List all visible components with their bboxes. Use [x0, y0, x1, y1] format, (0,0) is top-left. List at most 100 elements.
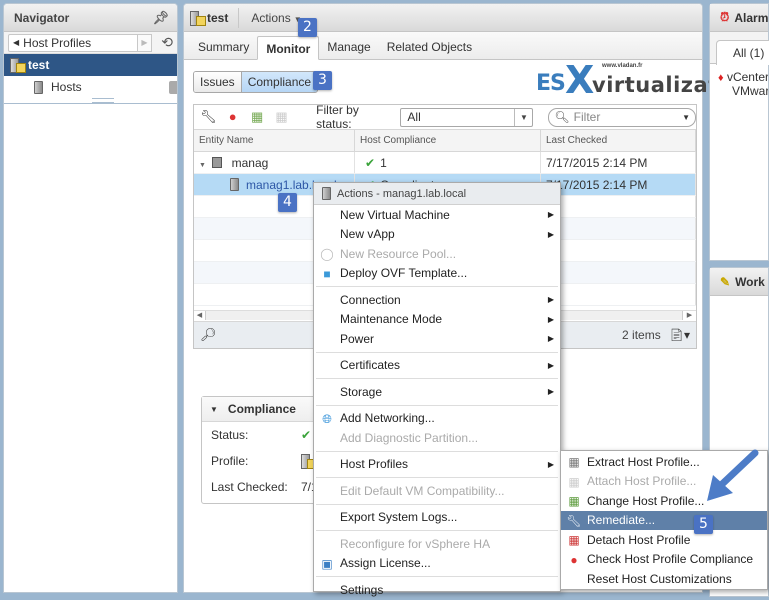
menu-item-reconfigure-for-vsphere-ha[interactable]: Reconfigure for vSphere HA [314, 534, 560, 554]
submenu-arrow-icon: ▶ [547, 387, 554, 397]
check-compliance-icon: ● [570, 552, 578, 567]
menu-item-label: Assign License... [340, 556, 431, 571]
menu-item-label: Maintenance Mode [340, 312, 443, 327]
remediate-icon[interactable]: 🔧︎ [200, 109, 217, 125]
menu-separator [316, 450, 558, 452]
step-badge-3: 3 [313, 71, 332, 90]
menu-separator [316, 477, 558, 478]
submenu-item-remediate[interactable]: 🔧︎ Remediate... [561, 510, 767, 530]
tab-summary[interactable]: Summary [190, 35, 257, 59]
subtab-issues[interactable]: Issues [194, 72, 241, 92]
status-filter-select[interactable]: All ▼ [400, 107, 534, 127]
menu-separator [316, 351, 558, 353]
remediate-icon: 🔧︎ [566, 513, 582, 528]
menu-separator [316, 576, 558, 577]
menu-item-label: Host Profiles [340, 457, 409, 472]
subtab-compliance[interactable]: Compliance [240, 72, 318, 92]
submenu-item-label: Attach Host Profile... [587, 474, 697, 489]
compliance-value: 1 [380, 156, 387, 170]
scroll-left-icon[interactable]: ◀ [194, 311, 206, 320]
column-entity-name[interactable]: Entity Name [194, 130, 355, 151]
menu-item-deploy-ovf-template[interactable]: ■ Deploy OVF Template... [314, 264, 560, 284]
object-title: test [190, 7, 240, 28]
tab-related-objects[interactable]: Related Objects [379, 35, 480, 59]
grid-toolbar: 🔧︎ ● ▦ ▦ Filter by status: All ▼ 🔍︎ Filt… [194, 103, 697, 131]
watermark-es: ES [536, 71, 566, 96]
host-profile-icon [190, 10, 206, 26]
find-icon[interactable]: 🔎︎ [200, 327, 217, 343]
scroll-right-icon[interactable]: ▶ [682, 311, 696, 320]
cluster-icon [212, 157, 223, 168]
detach-profile-icon: ▦ [568, 533, 580, 547]
tree-item-hosts[interactable]: Hosts [4, 76, 177, 98]
context-menu-title: Actions - manag1.lab.local [337, 187, 467, 200]
submenu-item-label: Change Host Profile... [587, 493, 705, 508]
tab-all-alarms[interactable]: All (1) [716, 40, 769, 65]
menu-item-new-virtual-machine[interactable]: New Virtual Machine ▶ [314, 205, 560, 225]
submenu-item-reset-host-customizations[interactable]: Reset Host Customizations [561, 569, 767, 589]
alarm-entity: vCenter [726, 70, 768, 84]
tree-item-test[interactable]: test [4, 54, 177, 76]
pointer-arrow-icon [707, 449, 759, 501]
submenu-item-label: Check Host Profile Compliance [587, 552, 754, 567]
check-compliance-icon[interactable]: ● [225, 109, 240, 125]
alarms-header: ⏰︎ Alarms [710, 4, 768, 32]
check-icon: ✔ [301, 428, 312, 442]
entity-name: manag [231, 156, 269, 170]
alarm-clock-icon: ⏰︎ [720, 10, 730, 24]
filter-search-input[interactable]: 🔍︎ Filter ▼ [548, 107, 697, 127]
menu-item-new-vapp[interactable]: New vApp ▶ [314, 225, 560, 245]
chevron-down-icon: ▼ [682, 112, 691, 122]
menu-item-certificates[interactable]: Certificates ▶ [314, 356, 560, 376]
pin-icon[interactable]: 📌︎ [152, 10, 169, 26]
last-checked-label: Last Checked: [211, 480, 288, 494]
collapse-icon[interactable]: ▼ [210, 405, 218, 414]
host-icon [230, 178, 239, 191]
menu-item-add-networking[interactable]: 🌐︎ Add Networking... [314, 409, 560, 429]
submenu-item-check-host-profile-compliance[interactable]: ● Check Host Profile Compliance [561, 550, 767, 570]
table-row[interactable]: ▼ manag ✔ 1 7/17/2015 2:14 PM [194, 152, 696, 174]
alarm-item[interactable]: ♦ vCenter VMware [710, 64, 768, 98]
menu-item-add-diagnostic-partition[interactable]: Add Diagnostic Partition... [314, 428, 560, 448]
detach-profile-icon[interactable]: ▦ [249, 109, 264, 125]
menu-item-assign-license[interactable]: ▣ Assign License... [314, 554, 560, 574]
submenu-arrow-icon: ▶ [547, 229, 554, 239]
menu-item-connection[interactable]: Connection ▶ [314, 290, 560, 310]
item-count: 2 items [622, 328, 661, 342]
actions-menu-button[interactable]: Actions▼ [239, 11, 301, 25]
work-header: ✎ Work [710, 268, 768, 296]
actions-label: Actions [251, 10, 291, 25]
menu-item-label: New vApp [340, 227, 395, 242]
menu-item-label: New Resource Pool... [340, 246, 457, 261]
tree-item-label: Hosts [51, 80, 82, 94]
menu-item-edit-default-vm-compatibility[interactable]: Edit Default VM Compatibility... [314, 481, 560, 501]
back-breadcrumb-button[interactable]: ◀ Host Profiles [8, 33, 138, 52]
menu-item-storage[interactable]: Storage ▶ [314, 382, 560, 402]
forward-button[interactable]: ▶ [138, 33, 152, 52]
tab-manage[interactable]: Manage [319, 35, 378, 59]
menu-item-maintenance-mode[interactable]: Maintenance Mode ▶ [314, 310, 560, 330]
navigator-splitter[interactable] [4, 98, 177, 104]
tab-monitor[interactable]: Monitor [257, 36, 320, 60]
submenu-item-detach-host-profile[interactable]: ▦ Detach Host Profile [561, 530, 767, 550]
work-title: Work [735, 274, 765, 289]
watermark-site: www.vladan.fr [602, 63, 643, 69]
menu-item-power[interactable]: Power ▶ [314, 329, 560, 349]
menu-item-host-profiles[interactable]: Host Profiles ▶ [314, 455, 560, 475]
history-icon[interactable]: ⟲ [161, 34, 173, 51]
navigator-header: Navigator 📌︎ [4, 4, 177, 32]
alarms-tabs: All (1) [710, 32, 769, 65]
export-icon[interactable]: 📄︎▾ [669, 328, 690, 342]
check-icon: ✔ [365, 156, 376, 170]
column-last-checked[interactable]: Last Checked [541, 130, 696, 151]
add-networking-icon: 🌐︎ [322, 411, 332, 426]
filter-placeholder: Filter [573, 110, 601, 124]
export-disabled-icon[interactable]: ▦ [274, 109, 289, 125]
portlet-title: Compliance [227, 402, 296, 416]
menu-item-new-resource-pool[interactable]: ◯ New Resource Pool... [314, 244, 560, 264]
menu-item-export-system-logs[interactable]: Export System Logs... [314, 508, 560, 528]
expand-icon[interactable]: ▼ [199, 162, 206, 169]
column-host-compliance[interactable]: Host Compliance [355, 130, 541, 151]
menu-item-label: Reconfigure for vSphere HA [340, 536, 491, 551]
navigator-panel: Navigator 📌︎ ◀ Host Profiles ▶ ⟲ test Ho… [3, 3, 178, 593]
